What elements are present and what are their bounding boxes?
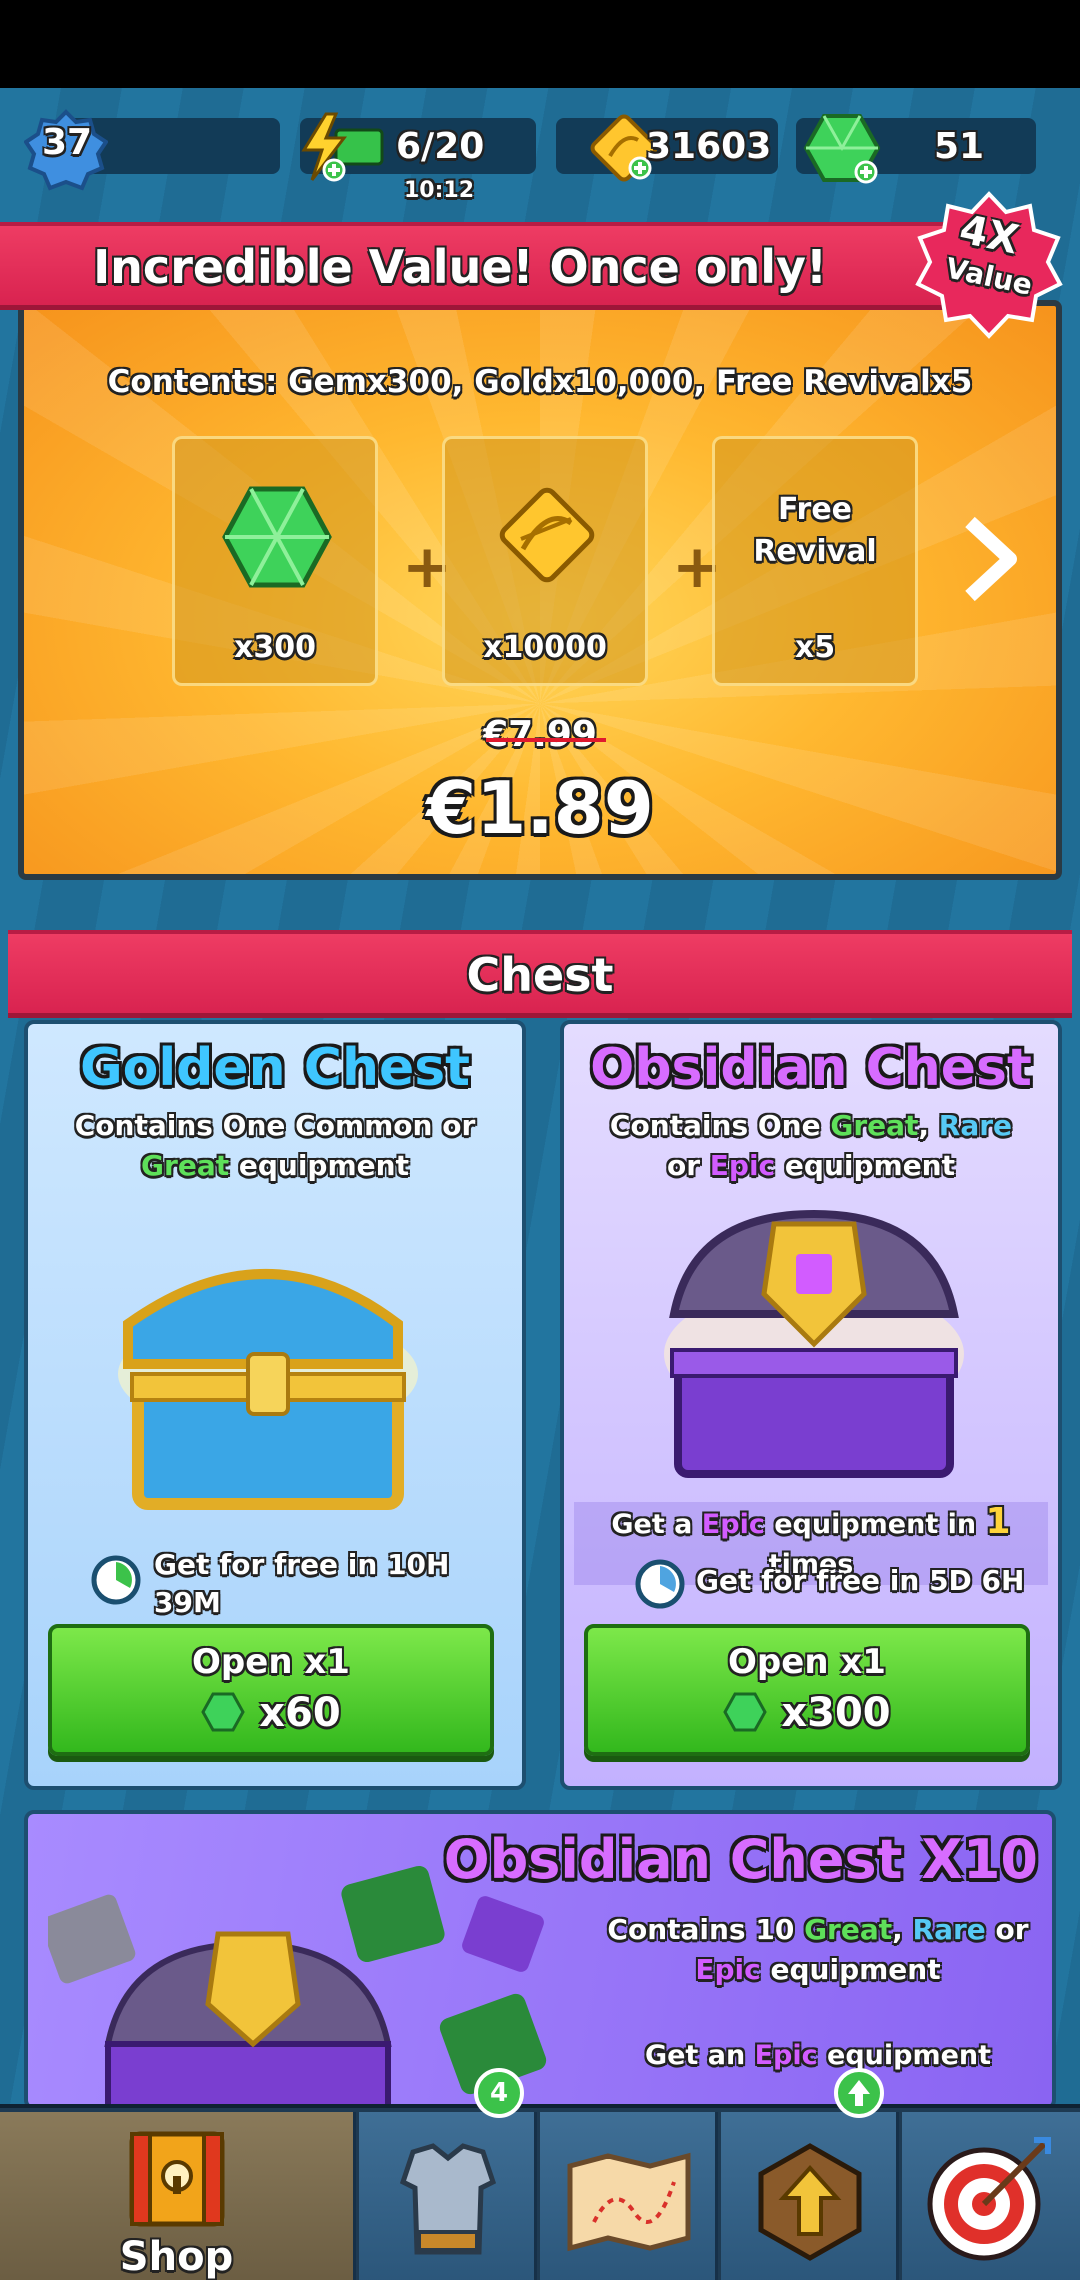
rarity-rare: Rare	[938, 1109, 1013, 1142]
price-value: x60	[259, 1690, 341, 1736]
golden-chest-desc: Contains One Common or Great equipment	[38, 1106, 512, 1186]
gem-icon	[802, 110, 882, 186]
upgrade-badge	[834, 2068, 884, 2118]
rarity-great: Great	[830, 1109, 919, 1142]
armor-icon	[399, 2143, 497, 2255]
golden-free-timer: Get for free in 10H 39M	[154, 1548, 450, 1619]
offer-panel[interactable]: Contents: Gemx300, Goldx10,000, Free Rev…	[18, 300, 1062, 880]
open-button-price: x60	[52, 1690, 490, 1736]
free-revival-label: Free Revival	[753, 492, 877, 569]
nav-tab-map[interactable]	[540, 2112, 718, 2280]
rarity-great: Great	[141, 1149, 230, 1182]
nav-shop-label: Shop	[119, 2234, 234, 2280]
rarity-epic: Epic	[701, 1509, 765, 1540]
obsidian-x10-desc: Contains 10 Great, Rare or Epic equipmen…	[588, 1910, 1048, 1990]
bottom-nav: Shop 4	[0, 2068, 1080, 2280]
obsidian-free-timer: Get for free in 5D 6H	[696, 1564, 1025, 1597]
level-badge[interactable]: 37	[23, 108, 109, 192]
old-price: €7.99	[483, 714, 597, 755]
desc-text: ,	[892, 1913, 903, 1946]
obsidian-chest-image	[664, 1209, 964, 1478]
gem-icon	[222, 486, 332, 588]
price-value: x300	[781, 1690, 891, 1736]
value-badge: 4X Value	[914, 190, 1064, 350]
desc-text: Contains 10	[607, 1913, 795, 1946]
desc-text: Get an	[644, 2040, 746, 2071]
nav-tab-equipment[interactable]	[359, 2112, 537, 2280]
rarity-rare: Rare	[912, 1913, 986, 1946]
shop-chest-icon	[129, 2131, 225, 2227]
system-status-bar	[0, 0, 1080, 88]
obsidian-x10-pity: Get an Epic equipment	[588, 2040, 1048, 2071]
timer-icon	[90, 1554, 142, 1606]
golden-chest-card[interactable]: Golden Chest Contains One Common or Grea…	[24, 1020, 526, 1790]
gem-icon	[723, 1692, 768, 1732]
target-icon	[927, 2137, 1051, 2261]
energy-icon	[296, 112, 386, 182]
offer-item-revival: Free Revival x5	[712, 436, 918, 686]
desc-text: Contains One	[609, 1109, 821, 1142]
level-value: 37	[42, 122, 93, 163]
obsidian-x10-card[interactable]: Obsidian Chest X10 Contains 10 Great, Ra…	[24, 1810, 1056, 2110]
rarity-epic: Epic	[709, 1149, 776, 1182]
rarity-epic: Epic	[754, 2040, 818, 2071]
obsidian-open-button[interactable]: Open x1 x300	[584, 1624, 1030, 1756]
pity-count: 1	[985, 1501, 1011, 1542]
desc-text: equipment in	[774, 1509, 977, 1540]
obsidian-chest-title: Obsidian Chest	[590, 1038, 1032, 1098]
desc-text: Get a	[611, 1509, 693, 1540]
desc-text: Contains One	[74, 1109, 286, 1142]
nav-tab-shop[interactable]: Shop	[0, 2112, 356, 2280]
desc-text: or	[666, 1149, 701, 1182]
energy-timer: 10:12	[404, 178, 475, 203]
desc-text: equipment	[770, 1953, 941, 1986]
offer-banner: Incredible Value! Once only!	[0, 222, 980, 310]
gems-value: 51	[934, 126, 985, 167]
rarity-epic: Epic	[695, 1953, 761, 1986]
upgrade-arrow-icon	[758, 2143, 862, 2261]
map-icon	[567, 2152, 691, 2252]
golden-chest-image	[118, 1269, 418, 1510]
desc-text: equipment	[827, 2040, 992, 2071]
timer-icon	[634, 1558, 686, 1610]
strike-line	[486, 738, 606, 742]
open-button-price: x300	[588, 1690, 1026, 1736]
desc-text: equipment	[238, 1149, 409, 1182]
energy-value: 6/20	[396, 126, 485, 167]
obsidian-x10-title: Obsidian Chest X10	[443, 1828, 1038, 1891]
offer-item-gems: x300	[172, 436, 378, 686]
rarity-common: Common	[295, 1109, 433, 1142]
obsidian-chest-desc: Contains One Great, Rare or Epic equipme…	[574, 1106, 1048, 1186]
offer-contents: Contents: Gemx300, Goldx10,000, Free Rev…	[107, 364, 973, 400]
chest-section-title: Chest	[466, 948, 614, 1002]
gold-icon	[499, 487, 595, 583]
arrow-up-icon	[848, 2080, 870, 2106]
open-button-label: Open x1	[192, 1642, 350, 1682]
gem-icon	[201, 1692, 246, 1732]
golden-open-button[interactable]: Open x1 x60	[48, 1624, 494, 1756]
offer-item-qty: x300	[234, 630, 316, 665]
desc-text: or	[995, 1913, 1029, 1946]
obsidian-chest-card[interactable]: Obsidian Chest Contains One Great, Rare …	[560, 1020, 1062, 1790]
nav-tab-target[interactable]	[902, 2112, 1080, 2280]
gold-value: 31603	[646, 126, 772, 167]
offer-item-gold: x10000	[442, 436, 648, 686]
rarity-great: Great	[804, 1913, 893, 1946]
golden-chest-title: Golden Chest	[79, 1038, 471, 1098]
equipment-badge: 4	[474, 2068, 524, 2118]
offer-price[interactable]: €1.89	[24, 766, 1056, 850]
offer-item-qty: x5	[794, 630, 836, 665]
offer-title: Incredible Value! Once only!	[93, 240, 827, 294]
desc-text: equipment	[784, 1149, 955, 1182]
open-button-label: Open x1	[728, 1642, 886, 1682]
offer-item-qty: x10000	[483, 630, 607, 665]
nav-tab-upgrade[interactable]	[721, 2112, 899, 2280]
next-arrow-icon[interactable]	[960, 514, 1020, 604]
chest-section-banner: Chest	[8, 930, 1072, 1018]
desc-text: or	[442, 1109, 476, 1142]
desc-text: ,	[918, 1109, 930, 1142]
